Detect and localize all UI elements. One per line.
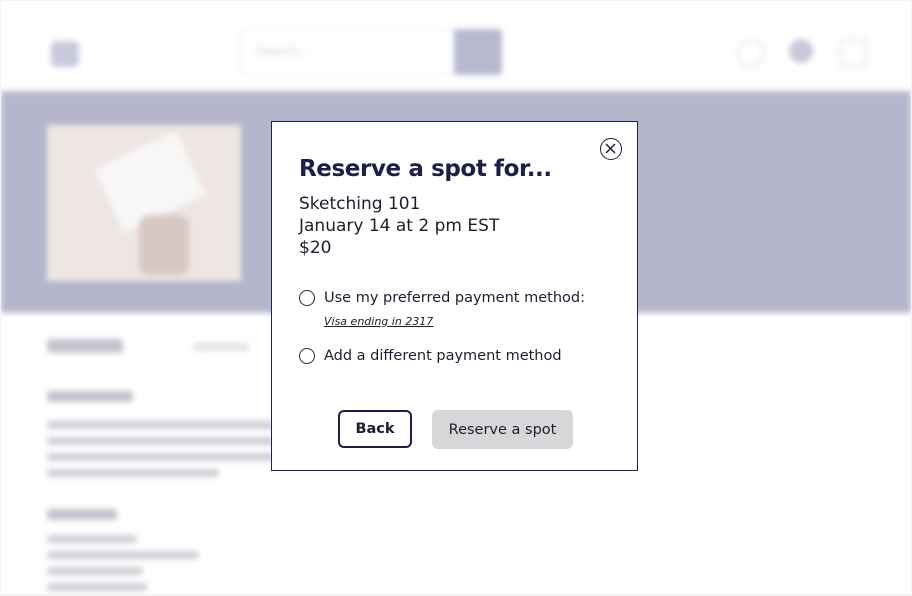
option-label: Use my preferred payment method: — [324, 290, 585, 306]
radio-different-payment[interactable] — [299, 348, 315, 364]
class-datetime: January 14 at 2 pm EST — [299, 216, 500, 236]
class-price: $20 — [299, 238, 332, 258]
close-circle-icon — [605, 143, 616, 154]
option-different-payment[interactable]: Add a different payment method — [299, 348, 562, 364]
close-button[interactable] — [600, 138, 622, 160]
dialog-title: Reserve a spot for... — [299, 156, 552, 182]
reserve-button[interactable]: Reserve a spot — [432, 410, 573, 449]
back-button[interactable]: Back — [338, 410, 412, 448]
class-name: Sketching 101 — [299, 194, 421, 214]
reserve-dialog: Reserve a spot for... Sketching 101 Janu… — [271, 121, 638, 471]
modal-overlay: Reserve a spot for... Sketching 101 Janu… — [0, 0, 912, 596]
radio-preferred-payment[interactable] — [299, 290, 315, 306]
saved-card-link[interactable]: Visa ending in 2317 — [324, 315, 433, 328]
option-preferred-payment[interactable]: Use my preferred payment method: — [299, 290, 585, 306]
option-label: Add a different payment method — [324, 348, 562, 364]
